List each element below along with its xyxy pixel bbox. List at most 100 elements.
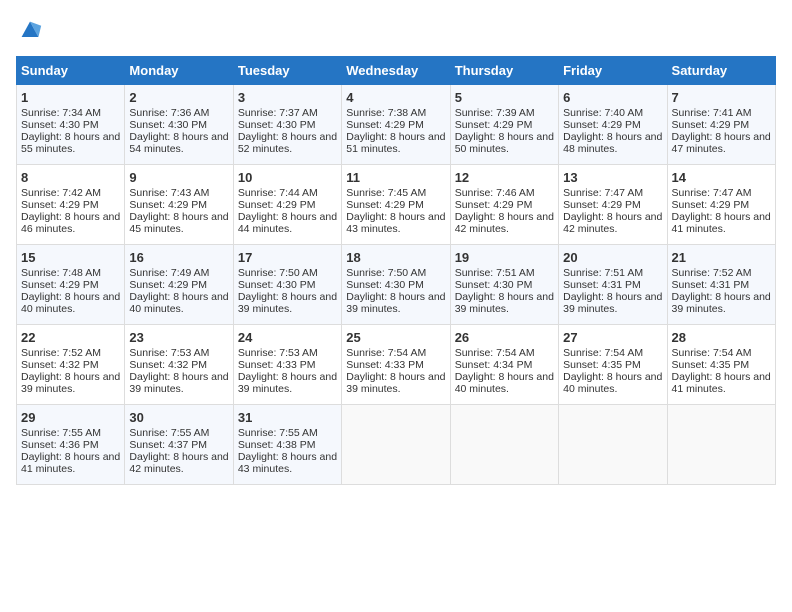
sunset-text: Sunset: 4:30 PM [238, 279, 316, 291]
calendar-day-5: 5Sunrise: 7:39 AMSunset: 4:29 PMDaylight… [450, 85, 558, 165]
calendar-day-28: 28Sunrise: 7:54 AMSunset: 4:35 PMDayligh… [667, 325, 775, 405]
daylight-text: Daylight: 8 hours and 52 minutes. [238, 131, 337, 155]
daylight-text: Daylight: 8 hours and 39 minutes. [238, 291, 337, 315]
calendar-day-19: 19Sunrise: 7:51 AMSunset: 4:30 PMDayligh… [450, 245, 558, 325]
day-header-sunday: Sunday [17, 57, 125, 85]
day-number: 8 [21, 170, 120, 185]
sunset-text: Sunset: 4:30 PM [238, 119, 316, 131]
sunrise-text: Sunrise: 7:55 AM [21, 427, 101, 439]
empty-cell [450, 405, 558, 485]
day-number: 11 [346, 170, 445, 185]
day-number: 13 [563, 170, 662, 185]
day-header-friday: Friday [559, 57, 667, 85]
sunset-text: Sunset: 4:29 PM [346, 119, 424, 131]
sunset-text: Sunset: 4:29 PM [129, 279, 207, 291]
calendar-day-12: 12Sunrise: 7:46 AMSunset: 4:29 PMDayligh… [450, 165, 558, 245]
daylight-text: Daylight: 8 hours and 45 minutes. [129, 211, 228, 235]
daylight-text: Daylight: 8 hours and 39 minutes. [346, 371, 445, 395]
daylight-text: Daylight: 8 hours and 40 minutes. [21, 291, 120, 315]
day-number: 29 [21, 410, 120, 425]
sunrise-text: Sunrise: 7:41 AM [672, 107, 752, 119]
sunset-text: Sunset: 4:30 PM [346, 279, 424, 291]
sunset-text: Sunset: 4:30 PM [455, 279, 533, 291]
sunrise-text: Sunrise: 7:50 AM [346, 267, 426, 279]
sunset-text: Sunset: 4:29 PM [563, 199, 641, 211]
daylight-text: Daylight: 8 hours and 39 minutes. [21, 371, 120, 395]
sunset-text: Sunset: 4:35 PM [672, 359, 750, 371]
calendar-day-26: 26Sunrise: 7:54 AMSunset: 4:34 PMDayligh… [450, 325, 558, 405]
empty-cell [667, 405, 775, 485]
sunrise-text: Sunrise: 7:51 AM [563, 267, 643, 279]
daylight-text: Daylight: 8 hours and 48 minutes. [563, 131, 662, 155]
sunrise-text: Sunrise: 7:51 AM [455, 267, 535, 279]
day-number: 14 [672, 170, 771, 185]
calendar-day-22: 22Sunrise: 7:52 AMSunset: 4:32 PMDayligh… [17, 325, 125, 405]
calendar-week-4: 22Sunrise: 7:52 AMSunset: 4:32 PMDayligh… [17, 325, 776, 405]
day-number: 20 [563, 250, 662, 265]
empty-cell [559, 405, 667, 485]
sunset-text: Sunset: 4:37 PM [129, 439, 207, 451]
sunset-text: Sunset: 4:29 PM [346, 199, 424, 211]
daylight-text: Daylight: 8 hours and 39 minutes. [346, 291, 445, 315]
daylight-text: Daylight: 8 hours and 42 minutes. [455, 211, 554, 235]
calendar-day-2: 2Sunrise: 7:36 AMSunset: 4:30 PMDaylight… [125, 85, 233, 165]
day-number: 5 [455, 90, 554, 105]
sunrise-text: Sunrise: 7:45 AM [346, 187, 426, 199]
calendar-week-2: 8Sunrise: 7:42 AMSunset: 4:29 PMDaylight… [17, 165, 776, 245]
day-number: 26 [455, 330, 554, 345]
sunset-text: Sunset: 4:34 PM [455, 359, 533, 371]
day-number: 25 [346, 330, 445, 345]
sunrise-text: Sunrise: 7:47 AM [672, 187, 752, 199]
daylight-text: Daylight: 8 hours and 41 minutes. [672, 211, 771, 235]
calendar-day-10: 10Sunrise: 7:44 AMSunset: 4:29 PMDayligh… [233, 165, 341, 245]
sunrise-text: Sunrise: 7:43 AM [129, 187, 209, 199]
calendar-day-3: 3Sunrise: 7:37 AMSunset: 4:30 PMDaylight… [233, 85, 341, 165]
daylight-text: Daylight: 8 hours and 42 minutes. [129, 451, 228, 475]
daylight-text: Daylight: 8 hours and 40 minutes. [455, 371, 554, 395]
calendar-day-23: 23Sunrise: 7:53 AMSunset: 4:32 PMDayligh… [125, 325, 233, 405]
calendar-day-20: 20Sunrise: 7:51 AMSunset: 4:31 PMDayligh… [559, 245, 667, 325]
calendar-day-24: 24 Sunrise: 7:53 AMSunset: 4:33 PMDayligh… [233, 325, 341, 405]
sunset-text: Sunset: 4:29 PM [455, 199, 533, 211]
sunrise-text: Sunrise: 7:49 AM [129, 267, 209, 279]
day-header-thursday: Thursday [450, 57, 558, 85]
daylight-text: Daylight: 8 hours and 46 minutes. [21, 211, 120, 235]
calendar-day-25: 25Sunrise: 7:54 AMSunset: 4:33 PMDayligh… [342, 325, 450, 405]
calendar-day-9: 9Sunrise: 7:43 AMSunset: 4:29 PMDaylight… [125, 165, 233, 245]
daylight-text: Daylight: 8 hours and 41 minutes. [672, 371, 771, 395]
sunset-text: Sunset: 4:29 PM [455, 119, 533, 131]
daylight-text: Daylight: 8 hours and 44 minutes. [238, 211, 337, 235]
sunrise-text: Sunrise: 7:53 AM [129, 347, 209, 359]
sunrise-text: Sunrise: 7:40 AM [563, 107, 643, 119]
calendar-day-1: 1Sunrise: 7:34 AMSunset: 4:30 PMDaylight… [17, 85, 125, 165]
sunset-text: Sunset: 4:33 PM [238, 359, 316, 371]
calendar-day-18: 18Sunrise: 7:50 AMSunset: 4:30 PMDayligh… [342, 245, 450, 325]
daylight-text: Daylight: 8 hours and 42 minutes. [563, 211, 662, 235]
calendar-week-5: 29Sunrise: 7:55 AMSunset: 4:36 PMDayligh… [17, 405, 776, 485]
day-header-tuesday: Tuesday [233, 57, 341, 85]
calendar-day-27: 27Sunrise: 7:54 AMSunset: 4:35 PMDayligh… [559, 325, 667, 405]
daylight-text: Daylight: 8 hours and 39 minutes. [238, 371, 337, 395]
sunrise-text: Sunrise: 7:53 AM [238, 347, 318, 359]
sunset-text: Sunset: 4:29 PM [21, 279, 99, 291]
sunrise-text: Sunrise: 7:54 AM [346, 347, 426, 359]
sunrise-text: Sunrise: 7:39 AM [455, 107, 535, 119]
daylight-text: Daylight: 8 hours and 39 minutes. [563, 291, 662, 315]
daylight-text: Daylight: 8 hours and 39 minutes. [129, 371, 228, 395]
calendar-day-31: 31Sunrise: 7:55 AMSunset: 4:38 PMDayligh… [233, 405, 341, 485]
calendar-day-16: 16Sunrise: 7:49 AMSunset: 4:29 PMDayligh… [125, 245, 233, 325]
day-number: 1 [21, 90, 120, 105]
sunrise-text: Sunrise: 7:34 AM [21, 107, 101, 119]
day-number: 24 [238, 330, 337, 345]
sunset-text: Sunset: 4:30 PM [129, 119, 207, 131]
day-number: 7 [672, 90, 771, 105]
sunset-text: Sunset: 4:29 PM [21, 199, 99, 211]
sunrise-text: Sunrise: 7:46 AM [455, 187, 535, 199]
day-number: 4 [346, 90, 445, 105]
sunset-text: Sunset: 4:29 PM [672, 119, 750, 131]
sunrise-text: Sunrise: 7:44 AM [238, 187, 318, 199]
daylight-text: Daylight: 8 hours and 54 minutes. [129, 131, 228, 155]
day-number: 16 [129, 250, 228, 265]
day-number: 19 [455, 250, 554, 265]
sunset-text: Sunset: 4:30 PM [21, 119, 99, 131]
